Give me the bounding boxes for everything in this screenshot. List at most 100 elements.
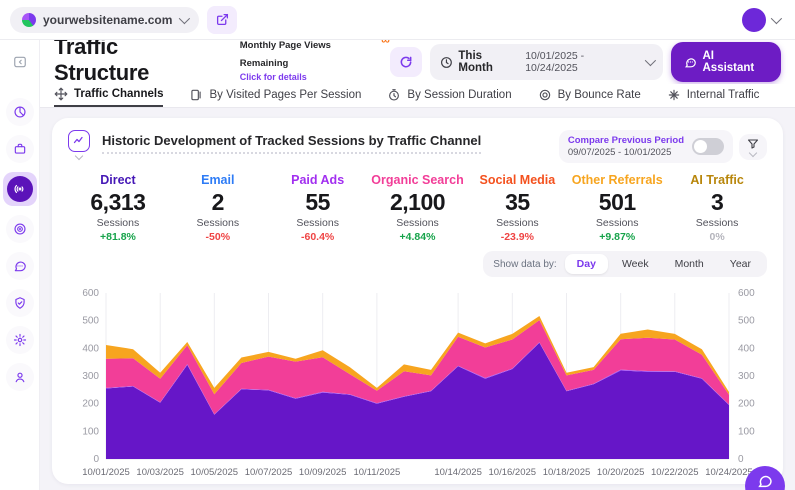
chevron-down-icon bbox=[749, 148, 757, 156]
svg-text:10/22/2025: 10/22/2025 bbox=[651, 467, 699, 478]
report-tabs: Traffic Channels By Visited Pages Per Ses… bbox=[40, 84, 795, 108]
svg-text:10/11/2025: 10/11/2025 bbox=[353, 467, 400, 478]
stat-email[interactable]: Email 2Sessions -50% bbox=[168, 173, 268, 243]
stat-unit: Sessions bbox=[168, 217, 268, 229]
svg-text:10/05/2025: 10/05/2025 bbox=[191, 467, 239, 478]
svg-text:200: 200 bbox=[82, 399, 99, 410]
showby-option-year[interactable]: Year bbox=[718, 254, 763, 274]
tab-by-session-duration[interactable]: By Session Duration bbox=[387, 84, 511, 107]
date-range-picker[interactable]: This Month 10/01/2025 - 10/24/2025 bbox=[430, 44, 663, 80]
svg-text:10/14/2025: 10/14/2025 bbox=[434, 467, 482, 478]
chat-icon bbox=[757, 473, 773, 489]
svg-text:300: 300 bbox=[738, 371, 755, 382]
target-icon bbox=[13, 222, 27, 236]
svg-text:10/03/2025: 10/03/2025 bbox=[136, 467, 184, 478]
stat-delta: -60.4% bbox=[268, 231, 368, 243]
sidebar-item-target[interactable] bbox=[6, 215, 34, 243]
sidebar-item-user-pin[interactable] bbox=[6, 363, 34, 391]
sidebar-item-briefcase[interactable] bbox=[6, 135, 34, 163]
sidebar-item-traffic-radar[interactable] bbox=[3, 172, 37, 206]
top-bar: yourwebsitename.com bbox=[0, 0, 795, 40]
internal-icon bbox=[667, 88, 681, 102]
stat-value: 35 bbox=[467, 189, 567, 216]
sidebar-item-gear[interactable] bbox=[6, 326, 34, 354]
stat-value: 3 bbox=[667, 189, 767, 216]
website-selector[interactable]: yourwebsitename.com bbox=[10, 7, 199, 33]
show-data-by-control: Show data by: DayWeekMonthYear bbox=[483, 251, 767, 277]
chevron-down-icon bbox=[75, 152, 83, 160]
tab-by-visited-pages-per-session[interactable]: By Visited Pages Per Session bbox=[189, 84, 361, 107]
page-views-widget: Monthly Page Views Remaining Click for d… bbox=[240, 35, 390, 90]
stat-direct[interactable]: Direct6,313Sessions+81.8% bbox=[68, 173, 168, 243]
sessions-area-chart[interactable]: 0010010020020030030040040050050060060010… bbox=[68, 283, 767, 490]
chevron-down-icon bbox=[179, 12, 190, 23]
stat-organic-search[interactable]: Organic Search2,100Sessions+4.84% bbox=[368, 173, 468, 243]
page-views-details-link[interactable]: Click for details bbox=[240, 72, 381, 82]
sidebar-item-collapse[interactable] bbox=[6, 48, 34, 76]
page-title: Traffic Structure bbox=[54, 34, 218, 91]
shield-check-icon bbox=[13, 296, 27, 310]
user-pin-icon bbox=[13, 370, 27, 384]
ai-assistant-label: AI Assistant bbox=[703, 50, 769, 74]
stat-unit: Sessions bbox=[68, 217, 168, 229]
tab-internal-traffic[interactable]: Internal Traffic bbox=[667, 84, 760, 107]
stat-other-referrals[interactable]: Other Referrals501Sessions+9.87% bbox=[567, 173, 667, 243]
svg-text:0: 0 bbox=[93, 454, 99, 465]
sidebar-item-chat[interactable] bbox=[6, 252, 34, 280]
sidebar-nav bbox=[0, 40, 40, 490]
showby-option-month[interactable]: Month bbox=[663, 254, 716, 274]
channel-stats-row: Direct6,313Sessions+81.8%Email2Sessions-… bbox=[68, 173, 767, 243]
compare-range: 09/07/2025 - 10/01/2025 bbox=[568, 147, 684, 158]
stat-unit: Sessions bbox=[667, 217, 767, 229]
svg-text:600: 600 bbox=[738, 288, 755, 299]
stat-ai-traffic[interactable]: AI Traffic3Sessions0% bbox=[667, 173, 767, 243]
svg-text:600: 600 bbox=[82, 288, 99, 299]
ai-assistant-button[interactable]: AI Assistant bbox=[671, 42, 781, 82]
site-name: yourwebsitename.com bbox=[43, 13, 172, 27]
channels-icon bbox=[54, 87, 68, 101]
pie-chart-icon bbox=[13, 105, 27, 119]
stat-value: 2 bbox=[168, 189, 268, 216]
svg-text:400: 400 bbox=[738, 343, 755, 354]
refresh-button[interactable] bbox=[390, 47, 422, 77]
sidebar-item-shield-check[interactable] bbox=[6, 289, 34, 317]
stat-delta: 0% bbox=[667, 231, 767, 243]
stat-name: Social Media bbox=[467, 173, 567, 187]
stat-unit: Sessions bbox=[567, 217, 667, 229]
stat-delta: +81.8% bbox=[68, 231, 168, 243]
card-title: Historic Development of Tracked Sessions… bbox=[102, 133, 481, 154]
svg-text:500: 500 bbox=[82, 316, 99, 327]
svg-text:10/07/2025: 10/07/2025 bbox=[245, 467, 293, 478]
showby-option-day[interactable]: Day bbox=[565, 254, 608, 274]
open-site-button[interactable] bbox=[207, 6, 237, 34]
compare-toggle[interactable] bbox=[692, 138, 724, 155]
filter-button[interactable] bbox=[739, 134, 767, 160]
page-views-label: Monthly Page Views Remaining bbox=[240, 40, 331, 69]
svg-text:10/16/2025: 10/16/2025 bbox=[489, 467, 537, 478]
stat-name: Email bbox=[168, 173, 268, 187]
stat-paid-ads[interactable]: Paid Ads55Sessions-60.4% bbox=[268, 173, 368, 243]
svg-text:200: 200 bbox=[738, 399, 755, 410]
stat-name: Paid Ads bbox=[268, 173, 368, 187]
chevron-down-icon bbox=[644, 55, 655, 66]
stat-delta: -50% bbox=[168, 231, 268, 243]
compare-previous-period: Compare Previous Period 09/07/2025 - 10/… bbox=[559, 130, 733, 163]
site-favicon bbox=[22, 13, 36, 27]
showby-option-week[interactable]: Week bbox=[610, 254, 661, 274]
clock-icon bbox=[440, 56, 453, 69]
svg-text:0: 0 bbox=[738, 454, 744, 465]
svg-text:500: 500 bbox=[738, 316, 755, 327]
stat-social-media[interactable]: Social Media35Sessions-23.9% bbox=[467, 173, 567, 243]
stat-value: 55 bbox=[268, 189, 368, 216]
compare-label: Compare Previous Period bbox=[568, 135, 684, 146]
sidebar-item-pie-chart[interactable] bbox=[6, 98, 34, 126]
briefcase-icon bbox=[13, 142, 27, 156]
tab-traffic-channels[interactable]: Traffic Channels bbox=[54, 84, 163, 107]
external-link-icon bbox=[216, 13, 229, 26]
tab-by-bounce-rate[interactable]: By Bounce Rate bbox=[538, 84, 641, 107]
bounce-icon bbox=[538, 88, 552, 102]
card-type-selector[interactable] bbox=[68, 130, 90, 159]
stat-delta: +4.84% bbox=[368, 231, 468, 243]
account-menu[interactable] bbox=[738, 5, 785, 35]
line-chart-icon bbox=[73, 135, 85, 147]
